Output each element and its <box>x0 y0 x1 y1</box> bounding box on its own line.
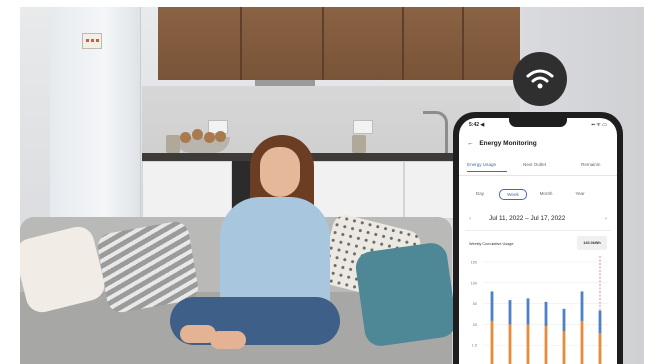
bar <box>526 298 530 325</box>
tab-divider <box>459 175 617 176</box>
bar <box>490 291 494 321</box>
bar <box>490 320 494 364</box>
y-tick-label: 50 <box>473 302 477 306</box>
bar <box>508 300 512 325</box>
period-day[interactable]: Day <box>469 189 491 198</box>
bar <box>580 320 584 364</box>
chevron-right-icon[interactable]: › <box>605 215 607 222</box>
status-icons: ▪▪ ᯤ ▭ <box>591 122 607 128</box>
kitchen-jar <box>352 135 366 153</box>
fruit <box>204 132 215 143</box>
upper-cabinet <box>242 7 324 80</box>
active-tab-indicator <box>467 171 507 172</box>
section-divider <box>465 230 611 231</box>
arrow-left-icon[interactable]: ← <box>467 140 474 147</box>
date-range: Jul 11, 2022 – Jul 17, 2022 <box>489 215 566 222</box>
status-bar: 5:42 ◀ ▪▪ ᯤ ▭ <box>469 122 607 130</box>
fruit <box>215 131 226 142</box>
fridge <box>50 7 141 222</box>
smartphone: 5:42 ◀ ▪▪ ᯤ ▭ ← Energy Monitoring Energy… <box>453 112 623 364</box>
bar <box>544 326 548 364</box>
woman-face <box>260 147 300 197</box>
fruit <box>180 132 191 143</box>
y-tick-label: 25 <box>473 323 477 327</box>
y-tick-label: 100 <box>471 281 477 285</box>
lower-cabinet <box>312 161 404 219</box>
bar <box>526 324 530 364</box>
bar <box>598 333 602 364</box>
bar <box>580 291 584 321</box>
period-month[interactable]: Month <box>535 189 557 198</box>
kitchen-living-photo: 5:42 ◀ ▪▪ ᯤ ▭ ← Energy Monitoring Energy… <box>20 7 644 364</box>
marketing-scene: 5:42 ◀ ▪▪ ᯤ ▭ ← Energy Monitoring Energy… <box>0 0 659 364</box>
bar <box>562 308 566 332</box>
y-tick-label: 1.5 <box>472 344 477 348</box>
bar <box>544 301 548 327</box>
kitchen-jar <box>166 135 180 153</box>
fridge-control-panel <box>82 33 102 49</box>
chevron-left-icon[interactable]: ‹ <box>469 215 471 222</box>
woman-foot <box>210 331 246 349</box>
tab-energy-usage[interactable]: Energy Usage <box>467 162 496 167</box>
tab-bar: Energy Usage Next Outlet Remainin <box>459 162 617 172</box>
faucet <box>423 111 448 156</box>
nav-bar: ← Energy Monitoring <box>467 140 609 152</box>
usage-bar-chart: 15010050251.50MonTueWedThuFriSatSun <box>471 256 609 364</box>
bar <box>562 331 566 364</box>
unit-button[interactable]: 140.0kWh <box>577 236 607 250</box>
teal-pillow <box>353 241 459 348</box>
upper-cabinet <box>464 7 522 80</box>
upper-cabinet <box>404 7 464 80</box>
status-time: 5:42 ◀ <box>469 122 485 128</box>
bar <box>508 324 512 364</box>
bar <box>598 310 602 334</box>
tab-next-outlet[interactable]: Next Outlet <box>523 162 546 167</box>
upper-cabinet <box>324 7 404 80</box>
range-hood <box>255 80 315 86</box>
y-tick-label: 150 <box>471 261 477 265</box>
lower-cabinet <box>142 161 232 219</box>
fruit <box>192 129 203 140</box>
page-title: Energy Monitoring <box>479 140 537 147</box>
upper-cabinet <box>158 7 242 80</box>
period-year[interactable]: Year <box>569 189 591 198</box>
phone-screen: 5:42 ◀ ▪▪ ᯤ ▭ ← Energy Monitoring Energy… <box>459 118 617 364</box>
date-range-row: ‹ Jul 11, 2022 – Jul 17, 2022 › <box>469 215 607 225</box>
chart-title: Weekly Cumulative Usage <box>469 242 514 246</box>
period-week[interactable]: Week <box>499 189 527 200</box>
wall-outlet <box>353 120 373 134</box>
wifi-icon <box>513 52 567 106</box>
tab-remaining[interactable]: Remainin <box>581 162 600 167</box>
period-selector: Day Week Month Year <box>469 189 609 200</box>
